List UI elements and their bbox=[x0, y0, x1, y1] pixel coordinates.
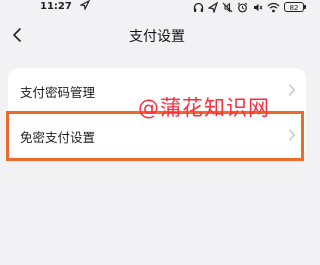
status-icons: 82 bbox=[193, 1, 306, 13]
battery-icon: 82 bbox=[284, 2, 306, 12]
wifi-icon bbox=[267, 2, 280, 12]
location-arrow-icon bbox=[80, 0, 90, 10]
alarm-icon bbox=[237, 2, 248, 12]
chevron-right-icon bbox=[288, 84, 296, 96]
mute-icon bbox=[222, 2, 233, 12]
navigation-icon bbox=[208, 1, 218, 13]
nav-bar: 支付设置 bbox=[0, 16, 314, 54]
settings-item-label: 支付密码管理 bbox=[20, 85, 96, 100]
status-time: 11:27 bbox=[40, 1, 72, 12]
watermark-text: @蒲花知识网 bbox=[138, 96, 270, 120]
headset-icon bbox=[193, 2, 204, 12]
status-bar: 11:27 82 bbox=[0, 0, 314, 16]
volume-off-icon bbox=[254, 3, 263, 11]
page-title: 支付设置 bbox=[129, 29, 185, 45]
